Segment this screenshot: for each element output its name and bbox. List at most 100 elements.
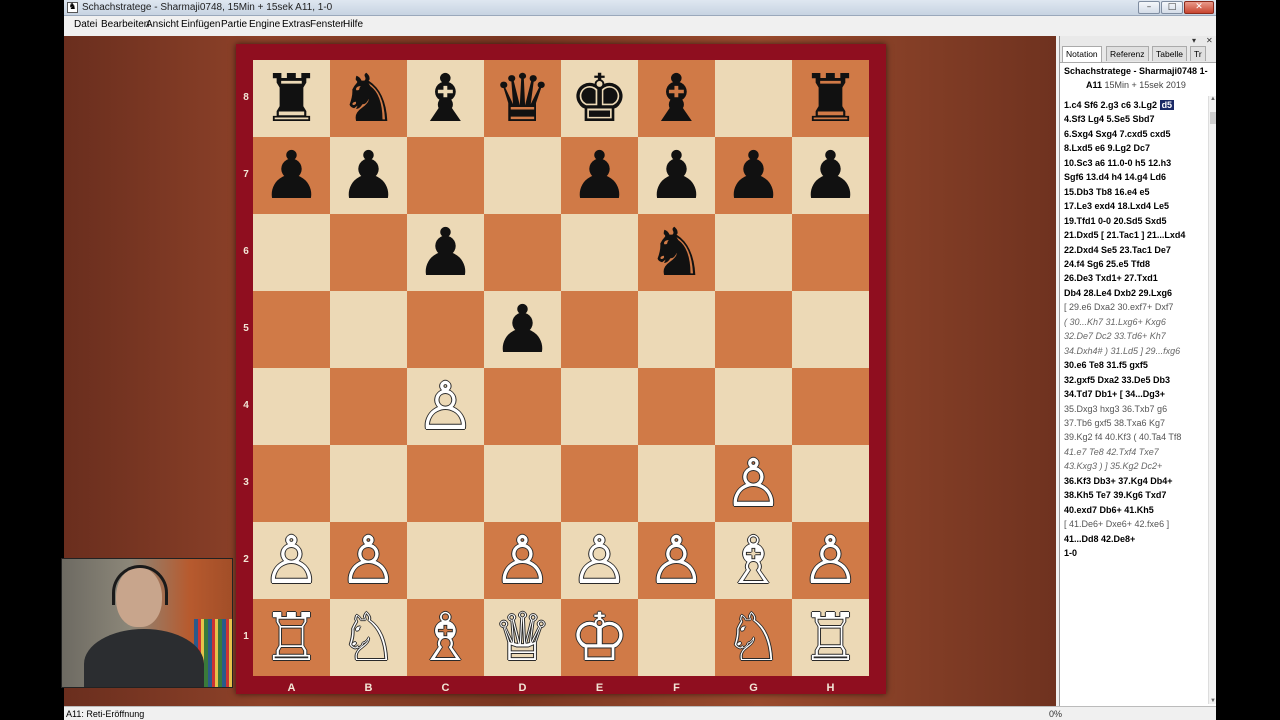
square-b6[interactable] — [330, 214, 407, 291]
move-text[interactable]: 39.Kg2 f4 40.Kf3 ( 40.Ta4 Tf8 — [1064, 432, 1181, 442]
chess-piece[interactable]: ♞ — [647, 219, 706, 286]
move-text[interactable]: 37.Tb6 gxf5 38.Txa6 Kg7 — [1064, 418, 1165, 428]
square-g5[interactable] — [715, 291, 792, 368]
square-e7[interactable]: ♟ — [561, 137, 638, 214]
move-text[interactable]: 26.De3 Txd1+ 27.Txd1 — [1064, 273, 1158, 283]
menu-datei[interactable]: Datei — [74, 19, 97, 30]
notation-line[interactable]: Sgf6 13.d4 h4 14.g4 Ld6 — [1064, 170, 1204, 184]
square-a2[interactable]: ♙ — [253, 522, 330, 599]
move-text[interactable]: 36.Kf3 Db3+ 37.Kg4 Db4+ — [1064, 476, 1173, 486]
square-e3[interactable] — [561, 445, 638, 522]
move-text[interactable]: 32.De7 Dc2 33.Td6+ Kh7 — [1064, 331, 1166, 341]
chess-piece[interactable]: ♙ — [801, 527, 860, 594]
chess-piece[interactable]: ♖ — [801, 604, 860, 671]
square-b8[interactable]: ♞ — [330, 60, 407, 137]
tab-referenz[interactable]: Referenz — [1106, 46, 1149, 61]
move-text[interactable]: 24.f4 Sg6 25.e5 Tfd8 — [1064, 259, 1150, 269]
square-g2[interactable]: ♗ — [715, 522, 792, 599]
square-c3[interactable] — [407, 445, 484, 522]
square-d4[interactable] — [484, 368, 561, 445]
notation-scrollbar[interactable]: ▲ ▼ — [1208, 96, 1216, 704]
square-e2[interactable]: ♙ — [561, 522, 638, 599]
square-a4[interactable] — [253, 368, 330, 445]
chess-piece[interactable]: ♞ — [339, 65, 398, 132]
move-text[interactable]: 6.Sxg4 Sxg4 7.cxd5 cxd5 — [1064, 129, 1171, 139]
close-button[interactable]: ✕ — [1184, 1, 1214, 14]
move-text[interactable]: 15.Db3 Tb8 16.e4 e5 — [1064, 187, 1150, 197]
notation-line[interactable]: 34.Dxh4# ) 31.Ld5 ] 29...fxg6 — [1064, 344, 1204, 358]
chess-piece[interactable]: ♛ — [493, 65, 552, 132]
notation-line[interactable]: 1.c4 Sf6 2.g3 c6 3.Lg2 d5 — [1064, 98, 1204, 112]
square-e8[interactable]: ♚ — [561, 60, 638, 137]
square-h8[interactable]: ♜ — [792, 60, 869, 137]
menu-partie[interactable]: Partie — [221, 19, 247, 30]
notation-line[interactable]: 15.Db3 Tb8 16.e4 e5 — [1064, 185, 1204, 199]
square-h5[interactable] — [792, 291, 869, 368]
square-h1[interactable]: ♖ — [792, 599, 869, 676]
menu-einfuegen[interactable]: Einfügen — [181, 19, 220, 30]
panel-dropdown-icon[interactable]: ▾ — [1192, 36, 1196, 45]
notation-line[interactable]: 35.Dxg3 hxg3 36.Txb7 g6 — [1064, 402, 1204, 416]
menu-extras[interactable]: Extras — [282, 19, 310, 30]
chess-piece[interactable]: ♙ — [647, 527, 706, 594]
square-e1[interactable]: ♔ — [561, 599, 638, 676]
notation-line[interactable]: [ 41.De6+ Dxe6+ 42.fxe6 ] — [1064, 517, 1204, 531]
square-b5[interactable] — [330, 291, 407, 368]
tab-more[interactable]: Tr — [1190, 46, 1206, 61]
chess-piece[interactable]: ♙ — [570, 527, 629, 594]
square-g4[interactable] — [715, 368, 792, 445]
menu-hilfe[interactable]: Hilfe — [343, 19, 363, 30]
square-d1[interactable]: ♕ — [484, 599, 561, 676]
square-f1[interactable] — [638, 599, 715, 676]
chess-piece[interactable]: ♟ — [493, 296, 552, 363]
notation-line[interactable]: 19.Tfd1 0-0 20.Sd5 Sxd5 — [1064, 214, 1204, 228]
square-c4[interactable]: ♙ — [407, 368, 484, 445]
notation-line[interactable]: 40.exd7 Db6+ 41.Kh5 — [1064, 503, 1204, 517]
chess-piece[interactable]: ♟ — [724, 142, 783, 209]
chess-piece[interactable]: ♝ — [647, 65, 706, 132]
chess-piece[interactable]: ♟ — [647, 142, 706, 209]
move-text[interactable]: 10.Sc3 a6 11.0-0 h5 12.h3 — [1064, 158, 1171, 168]
square-c5[interactable] — [407, 291, 484, 368]
scroll-thumb[interactable] — [1210, 112, 1216, 124]
chess-piece[interactable]: ♟ — [570, 142, 629, 209]
notation-line[interactable]: 6.Sxg4 Sxg4 7.cxd5 cxd5 — [1064, 127, 1204, 141]
move-text[interactable]: 41...Dd8 42.De8+ — [1064, 534, 1135, 544]
move-text[interactable]: 34.Dxh4# ) 31.Ld5 ] 29...fxg6 — [1064, 346, 1180, 356]
square-a3[interactable] — [253, 445, 330, 522]
move-text[interactable]: Db4 28.Le4 Dxb2 29.Lxg6 — [1064, 288, 1172, 298]
minimize-button[interactable]: – — [1138, 1, 1160, 14]
square-c6[interactable]: ♟ — [407, 214, 484, 291]
chess-piece[interactable]: ♟ — [416, 219, 475, 286]
square-a8[interactable]: ♜ — [253, 60, 330, 137]
square-b2[interactable]: ♙ — [330, 522, 407, 599]
chess-piece[interactable]: ♝ — [416, 65, 475, 132]
square-f6[interactable]: ♞ — [638, 214, 715, 291]
notation-line[interactable]: 10.Sc3 a6 11.0-0 h5 12.h3 — [1064, 156, 1204, 170]
move-text[interactable]: 40.exd7 Db6+ 41.Kh5 — [1064, 505, 1154, 515]
notation-line[interactable]: [ 29.e6 Dxa2 30.exf7+ Dxf7 — [1064, 300, 1204, 314]
notation-line[interactable]: 8.Lxd5 e6 9.Lg2 Dc7 — [1064, 141, 1204, 155]
notation-line[interactable]: 34.Td7 Db1+ [ 34...Dg3+ — [1064, 387, 1204, 401]
move-text[interactable]: Sgf6 13.d4 h4 14.g4 Ld6 — [1064, 172, 1166, 182]
move-text[interactable]: 19.Tfd1 0-0 20.Sd5 Sxd5 — [1064, 216, 1167, 226]
square-d6[interactable] — [484, 214, 561, 291]
square-f8[interactable]: ♝ — [638, 60, 715, 137]
square-f2[interactable]: ♙ — [638, 522, 715, 599]
square-e6[interactable] — [561, 214, 638, 291]
menu-engine[interactable]: Engine — [249, 19, 280, 30]
notation-line[interactable]: 43.Kxg3 ) ] 35.Kg2 Dc2+ — [1064, 459, 1204, 473]
square-d5[interactable]: ♟ — [484, 291, 561, 368]
square-h2[interactable]: ♙ — [792, 522, 869, 599]
move-text[interactable]: 35.Dxg3 hxg3 36.Txb7 g6 — [1064, 404, 1167, 414]
move-text[interactable]: 34.Td7 Db1+ [ 34...Dg3+ — [1064, 389, 1165, 399]
move-text[interactable]: [ 29.e6 Dxa2 30.exf7+ Dxf7 — [1064, 302, 1173, 312]
chess-piece[interactable]: ♙ — [262, 527, 321, 594]
square-b7[interactable]: ♟ — [330, 137, 407, 214]
move-text[interactable]: 21.Dxd5 [ 21.Tac1 ] 21...Lxd4 — [1064, 230, 1185, 240]
notation-line[interactable]: Db4 28.Le4 Dxb2 29.Lxg6 — [1064, 286, 1204, 300]
notation-line[interactable]: ( 30...Kh7 31.Lxg6+ Kxg6 — [1064, 315, 1204, 329]
chess-board[interactable]: ♜ ♞ ♝ ♛ ♚ ♝ ♜ ♟ ♟ ♟ ♟ ♟ ♟ ♟ ♞ ♟ ♙ ♙ ♙ ♙ ♙ ♙ ♙ ♗ ♙ ♖ ♘ ♗ ♕ ♔ ♘ ♖ — [253, 60, 869, 676]
move-text[interactable]: 43.Kxg3 ) ] 35.Kg2 Dc2+ — [1064, 461, 1162, 471]
move-text[interactable]: 22.Dxd4 Se5 23.Tac1 De7 — [1064, 245, 1171, 255]
